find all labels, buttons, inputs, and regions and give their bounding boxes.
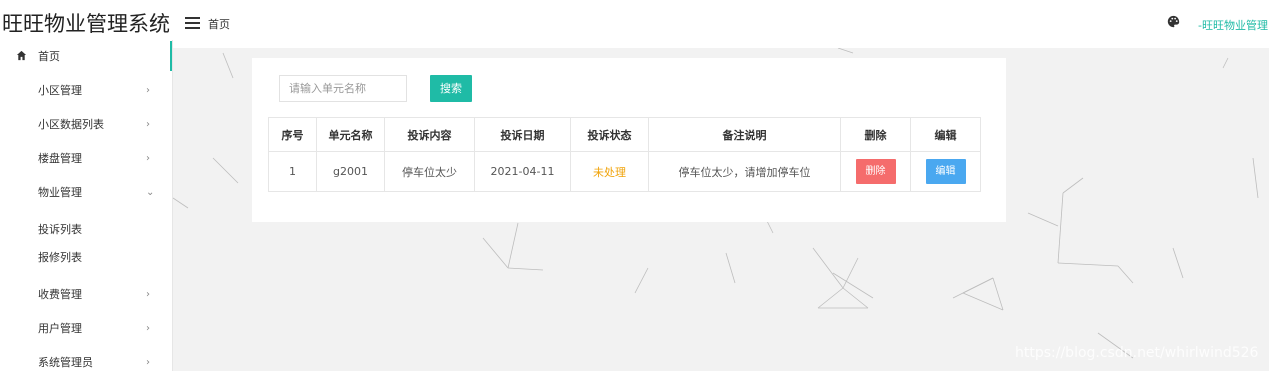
sidebar-item-charges[interactable]: 收费管理 › [0,279,172,309]
edit-button[interactable]: 编辑 [925,159,966,184]
palette-icon[interactable] [1167,15,1180,28]
sidebar-item-label: 系统管理员 [38,356,93,369]
column-header-remark: 备注说明 [648,117,841,152]
chevron-right-icon: › [146,322,150,334]
sidebar-item-community[interactable]: 小区管理 › [0,75,172,105]
watermark: https://blog.csdn.net/whirlwind526 [1015,345,1259,361]
chevron-down-icon: ⌄ [146,186,155,198]
cell-date: 2021-04-11 [474,151,571,192]
sidebar-item-complaints[interactable]: 投诉列表 [0,214,172,244]
cell-content: 停车位太少 [384,151,475,192]
top-bar: 旺旺物业管理系统 首页 -旺旺物业管理 [0,0,1269,48]
table-header-row: 序号 单元名称 投诉内容 投诉日期 投诉状态 备注说明 删除 编辑 [268,117,981,152]
sidebar-item-home[interactable]: 首页 [0,41,172,71]
sidebar-item-label: 楼盘管理 [38,152,82,165]
sidebar-item-property[interactable]: 物业管理 ⌄ [0,177,172,207]
chevron-right-icon: › [146,356,150,368]
cell-remark: 停车位太少，请增加停车位 [648,151,841,192]
menu-toggle-icon[interactable] [185,17,200,29]
column-header-delete: 删除 [840,117,911,152]
sidebar-item-users[interactable]: 用户管理 › [0,313,172,343]
cell-edit: 编辑 [910,151,981,192]
breadcrumb[interactable]: 首页 [208,16,230,32]
cell-delete: 删除 [840,151,911,192]
sidebar-item-label: 报修列表 [38,251,82,264]
column-header-edit: 编辑 [910,117,981,152]
complaints-panel: 请输入单元名称 搜索 序号 单元名称 投诉内容 投诉日期 投诉状态 备注说明 删… [252,58,1006,222]
search-input[interactable]: 请输入单元名称 [279,75,407,102]
column-header-status: 投诉状态 [570,117,649,152]
status-badge: 未处理 [570,151,649,192]
chevron-right-icon: › [146,288,150,300]
search-button[interactable]: 搜索 [430,75,472,102]
complaints-table: 序号 单元名称 投诉内容 投诉日期 投诉状态 备注说明 删除 编辑 1 g200… [268,117,981,192]
cell-index: 1 [268,151,317,192]
home-icon [16,50,27,61]
chevron-right-icon: › [146,152,150,164]
delete-button[interactable]: 删除 [855,159,896,184]
chevron-right-icon: › [146,84,150,96]
sidebar-item-label: 小区数据列表 [38,118,104,131]
table-row: 1 g2001 停车位太少 2021-04-11 未处理 停车位太少，请增加停车… [268,151,981,192]
sidebar-item-repairs[interactable]: 报修列表 [0,242,172,272]
sidebar-item-label: 物业管理 [38,186,82,199]
sidebar-item-label: 首页 [38,50,60,63]
column-header-content: 投诉内容 [384,117,475,152]
sidebar-item-admins[interactable]: 系统管理员 › [0,347,172,371]
sidebar-item-label: 用户管理 [38,322,82,335]
column-header-unit: 单元名称 [316,117,385,152]
chevron-right-icon: › [146,118,150,130]
user-menu[interactable]: -旺旺物业管理 [1198,17,1268,33]
sidebar: 首页 小区管理 › 小区数据列表 › 楼盘管理 › 物业管理 ⌄ 投诉列表 报修… [0,40,173,371]
column-header-date: 投诉日期 [474,117,571,152]
sidebar-item-building[interactable]: 楼盘管理 › [0,143,172,173]
sidebar-item-community-data[interactable]: 小区数据列表 › [0,109,172,139]
sidebar-item-label: 投诉列表 [38,223,82,236]
cell-unit: g2001 [316,151,385,192]
sidebar-item-label: 小区管理 [38,84,82,97]
main-content: 请输入单元名称 搜索 序号 单元名称 投诉内容 投诉日期 投诉状态 备注说明 删… [173,48,1269,371]
column-header-index: 序号 [268,117,317,152]
app-title: 旺旺物业管理系统 [2,12,170,36]
sidebar-item-label: 收费管理 [38,288,82,301]
